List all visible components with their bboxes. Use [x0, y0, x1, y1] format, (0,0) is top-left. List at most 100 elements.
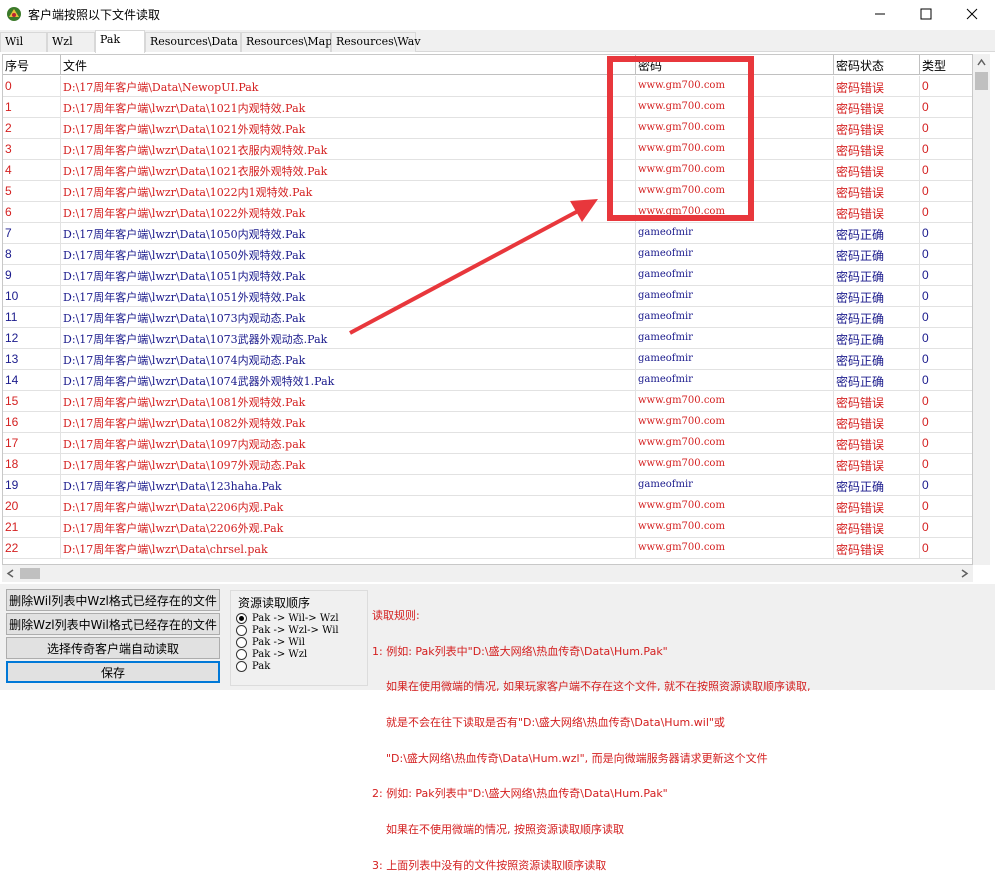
- row-type: 0: [920, 307, 972, 328]
- radio-icon[interactable]: [236, 660, 247, 672]
- row-type: 0: [920, 139, 972, 160]
- row-type: 0: [920, 475, 972, 496]
- table-row[interactable]: 15 D:\17周年客户端\lwzr\Data\1081外观特效.Pak www.g…: [3, 391, 972, 412]
- row-type: 0: [920, 328, 972, 349]
- row-password-status: 密码正确: [834, 223, 920, 244]
- table-row[interactable]: 12 D:\17周年客户端\lwzr\Data\1073武器外观动态.Pak gam…: [3, 328, 972, 349]
- table-row[interactable]: 19 D:\17周年客户端\lwzr\Data\123haha.Pak gameof…: [3, 475, 972, 496]
- table-row[interactable]: 17 D:\17周年客户端\lwzr\Data\1097内观动态.pak www.g…: [3, 433, 972, 454]
- row-index: 22: [3, 538, 61, 559]
- tab-pak[interactable]: Pak: [95, 30, 145, 53]
- table-row[interactable]: 10 D:\17周年客户端\lwzr\Data\1051外观特效.Pak gameo…: [3, 286, 972, 307]
- row-type: 0: [920, 181, 972, 202]
- column-header-type[interactable]: 类型: [920, 55, 972, 75]
- horizontal-scrollbar[interactable]: [2, 565, 973, 582]
- read-order-option[interactable]: Pak -> Wzl: [236, 648, 307, 660]
- radio-checked-icon[interactable]: [236, 612, 247, 624]
- table-row[interactable]: 8 D:\17周年客户端\lwzr\Data\1050外观特效.Pak gameof…: [3, 244, 972, 265]
- select-client-button[interactable]: 选择传奇客户端自动读取: [6, 637, 220, 659]
- radio-icon[interactable]: [236, 624, 247, 636]
- row-index: 5: [3, 181, 61, 202]
- vertical-scroll-thumb[interactable]: [975, 72, 988, 90]
- row-file-path: D:\17周年客户端\lwzr\Data\chrsel.pak: [61, 538, 636, 559]
- read-order-option[interactable]: Pak -> Wil: [236, 636, 305, 648]
- row-index: 12: [3, 328, 61, 349]
- table-row[interactable]: 11 D:\17周年客户端\lwzr\Data\1073内观动态.Pak gameo…: [3, 307, 972, 328]
- table-row[interactable]: 3 D:\17周年客户端\lwzr\Data\1021衣服内观特效.Pak www.…: [3, 139, 972, 160]
- row-type: 0: [920, 76, 972, 97]
- app-icon: [7, 7, 21, 21]
- read-order-option-label: Pak -> Wzl: [252, 648, 308, 660]
- row-password-status: 密码错误: [834, 538, 920, 559]
- read-order-title: 资源读取顺序: [236, 594, 313, 611]
- read-order-option[interactable]: Pak -> Wzl-> Wil: [236, 624, 339, 636]
- table-row[interactable]: 22 D:\17周年客户端\lwzr\Data\chrsel.pak www.gm7…: [3, 538, 972, 559]
- row-type: 0: [920, 433, 972, 454]
- row-type: 0: [920, 517, 972, 538]
- table-row[interactable]: 2 D:\17周年客户端\lwzr\Data\1021外观特效.Pak www.gm…: [3, 118, 972, 139]
- horizontal-scroll-thumb[interactable]: [20, 568, 40, 579]
- tab-resources-data[interactable]: Resources\Data: [145, 32, 241, 52]
- row-file-path: D:\17周年客户端\lwzr\Data\1082外观特效.Pak: [61, 412, 636, 433]
- read-rules-line: 2: 例如: Pak列表中"D:\盛大网络\热血传奇\Data\Hum.Pak": [372, 787, 668, 801]
- row-file-path: D:\17周年客户端\lwzr\Data\1073武器外观动态.Pak: [61, 328, 636, 349]
- tab-wzl[interactable]: Wzl: [47, 32, 95, 52]
- row-file-path: D:\17周年客户端\lwzr\Data\1050外观特效.Pak: [61, 244, 636, 265]
- column-header-index[interactable]: 序号: [3, 55, 61, 75]
- row-password-status: 密码正确: [834, 475, 920, 496]
- radio-icon[interactable]: [236, 636, 247, 648]
- table-row[interactable]: 6 D:\17周年客户端\lwzr\Data\1022外观特效.Pak www.gm…: [3, 202, 972, 223]
- tab-resources-map[interactable]: Resources\Map: [241, 32, 332, 52]
- read-order-option[interactable]: Pak: [236, 660, 270, 672]
- read-order-option[interactable]: Pak -> Wil-> Wzl: [236, 612, 339, 624]
- minimize-button[interactable]: [857, 0, 903, 28]
- row-password-status: 密码错误: [834, 517, 920, 538]
- scroll-up-icon[interactable]: [977, 58, 986, 67]
- delete-wzl-duplicates-button[interactable]: 删除Wzl列表中Wil格式已经存在的文件: [6, 613, 220, 635]
- delete-wil-duplicates-button[interactable]: 删除Wil列表中Wzl格式已经存在的文件: [6, 589, 220, 611]
- radio-icon[interactable]: [236, 648, 247, 660]
- table-header: 序号 文件 密码 密码状态 类型: [3, 55, 972, 75]
- row-file-path: D:\17周年客户端\lwzr\Data\1097外观动态.Pak: [61, 454, 636, 475]
- close-icon: [966, 8, 978, 20]
- row-index: 6: [3, 202, 61, 223]
- row-password-status: 密码正确: [834, 370, 920, 391]
- scroll-right-icon[interactable]: [960, 569, 969, 578]
- table-row[interactable]: 0 D:\17周年客户端\Data\NewopUI.Pak www.gm700.co…: [3, 76, 972, 97]
- read-rules-line: 如果在使用微端的情况, 如果玩家客户端不存在这个文件, 就不在按照资源读取顺序读…: [372, 680, 811, 694]
- read-rules-line: 3: 上面列表中没有的文件按照资源读取顺序读取: [372, 858, 607, 872]
- row-file-path: D:\17周年客户端\lwzr\Data\1097内观动态.pak: [61, 433, 636, 454]
- row-password: www.gm700.com: [636, 517, 834, 538]
- column-header-file[interactable]: 文件: [61, 55, 636, 75]
- read-rules-text: 读取规则: 1: 例如: Pak列表中"D:\盛大网络\热血传奇\Data\Hu…: [372, 586, 992, 896]
- maximize-icon: [920, 8, 932, 20]
- table-row[interactable]: 16 D:\17周年客户端\lwzr\Data\1082外观特效.Pak www.g…: [3, 412, 972, 433]
- table-row[interactable]: 1 D:\17周年客户端\lwzr\Data\1021内观特效.Pak www.gm…: [3, 97, 972, 118]
- table-row[interactable]: 21 D:\17周年客户端\lwzr\Data\2206外观.Pak www.gm7…: [3, 517, 972, 538]
- tab-resources-wav[interactable]: Resources\Wav: [331, 32, 421, 52]
- table-row[interactable]: 4 D:\17周年客户端\lwzr\Data\1021衣服外观特效.Pak www.…: [3, 160, 972, 181]
- row-password-status: 密码错误: [834, 433, 920, 454]
- table-row[interactable]: 20 D:\17周年客户端\lwzr\Data\2206内观.Pak www.gm7…: [3, 496, 972, 517]
- table-row[interactable]: 13 D:\17周年客户端\lwzr\Data\1074内观动态.Pak gameo…: [3, 349, 972, 370]
- table-row[interactable]: 18 D:\17周年客户端\lwzr\Data\1097外观动态.Pak www.g…: [3, 454, 972, 475]
- title-bar: 客户端按照以下文件读取: [0, 0, 995, 28]
- read-order-option-label: Pak -> Wil: [252, 636, 305, 648]
- row-file-path: D:\17周年客户端\lwzr\Data\1021衣服外观特效.Pak: [61, 160, 636, 181]
- table-row[interactable]: 5 D:\17周年客户端\lwzr\Data\1022内1观特效.Pak www.g…: [3, 181, 972, 202]
- row-index: 17: [3, 433, 61, 454]
- row-index: 14: [3, 370, 61, 391]
- row-password: gameofmir: [636, 349, 834, 370]
- column-header-password-status[interactable]: 密码状态: [834, 55, 920, 75]
- maximize-button[interactable]: [903, 0, 949, 28]
- save-button[interactable]: 保存: [6, 661, 220, 683]
- table-row[interactable]: 9 D:\17周年客户端\lwzr\Data\1051内观特效.Pak gameof…: [3, 265, 972, 286]
- table-row[interactable]: 14 D:\17周年客户端\lwzr\Data\1074武器外观特效1.Pak ga…: [3, 370, 972, 391]
- row-type: 0: [920, 202, 972, 223]
- scroll-left-icon[interactable]: [6, 569, 15, 578]
- tab-wil[interactable]: Wil: [0, 32, 47, 52]
- close-button[interactable]: [949, 0, 995, 28]
- vertical-scrollbar[interactable]: [973, 54, 990, 565]
- table-row[interactable]: 7 D:\17周年客户端\lwzr\Data\1050内观特效.Pak gameof…: [3, 223, 972, 244]
- row-type: 0: [920, 454, 972, 475]
